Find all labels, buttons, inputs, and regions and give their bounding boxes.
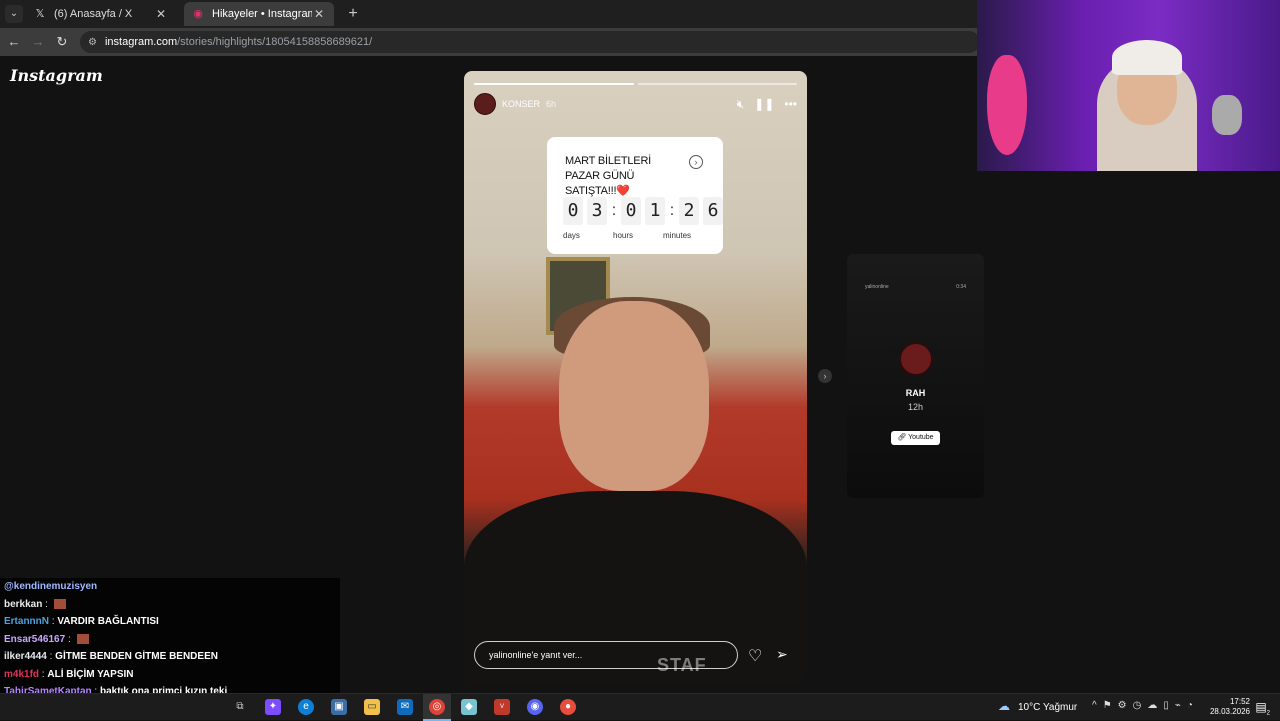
weather-icon: ☁ — [998, 699, 1010, 713]
chat-line: Ensar546167 : — [0, 631, 340, 649]
story-viewer[interactable]: KONSER 6h 🔇︎ ❚❚ ••• MART BİLETLERİ PAZAR… — [464, 71, 807, 683]
address-bar[interactable]: ⚙ instagram.com/stories/highlights/18054… — [80, 31, 980, 53]
preview-name: RAH — [905, 388, 926, 398]
chat-user: m4k1fd — [4, 668, 40, 680]
copilot-icon[interactable]: ✦ — [265, 699, 281, 715]
system-tray[interactable]: ^⚑⚙◷☁▯⌁◔ — [1092, 700, 1199, 711]
chat-message: GİTME BENDEN GİTME BENDEEN — [55, 651, 218, 662]
chat-line: m4k1fd : ALİ BİÇİM YAPSIN — [4, 668, 134, 680]
mail-icon[interactable]: ✉ — [397, 699, 413, 715]
countdown-digit: 3 — [587, 197, 607, 225]
more-icon[interactable]: ••• — [784, 97, 797, 112]
task-view-icon[interactable]: ⧉ — [232, 699, 248, 715]
next-story-button[interactable]: › — [818, 369, 832, 383]
story-username[interactable]: KONSER — [502, 99, 540, 109]
next-story-preview[interactable]: yalinonline 0:34 RAH 12h 🔗︎ Youtube — [847, 254, 984, 498]
forward-button[interactable]: → — [29, 33, 47, 51]
link-label: Youtube — [908, 434, 934, 441]
story-image-face — [559, 301, 709, 491]
preview-age: 12h — [907, 402, 924, 412]
watermark: STAF — [657, 655, 707, 675]
emote-icon — [76, 633, 89, 644]
reload-button[interactable]: ↻ — [53, 33, 71, 51]
close-icon[interactable]: ✕ — [312, 7, 326, 21]
countdown-digit: 6 — [703, 197, 723, 225]
weather-temp: 10°C — [1018, 702, 1041, 713]
clock[interactable]: 17:52 28.03.2026 — [1210, 697, 1250, 717]
webcam-microphone — [1212, 95, 1242, 135]
chat-message: VARDIR BAĞLANTISI — [57, 616, 159, 627]
tab-title: (6) Anasayfa / X — [54, 8, 133, 20]
chat-user: berkkan — [4, 598, 43, 610]
heart-icon[interactable]: ♡ — [748, 646, 762, 666]
chat-header: @kendinemuzisyen — [0, 578, 340, 596]
webcam-guitar — [987, 55, 1027, 155]
progress-segment — [474, 83, 634, 85]
chrome-icon[interactable]: ◎ — [429, 699, 445, 715]
notification-icon[interactable]: ▤2 — [1255, 700, 1270, 716]
new-tab-button[interactable]: + — [345, 5, 361, 23]
progress-segment — [637, 83, 797, 85]
tab-search-icon[interactable]: ⌄ — [5, 5, 23, 23]
chat-user: ErtannnN — [4, 616, 49, 627]
countdown-digits: 0 3 : 0 1 : 2 6 — [563, 197, 727, 225]
instagram-icon: ◉ — [193, 8, 203, 20]
app-icon[interactable]: ◆ — [461, 699, 477, 715]
story-time: 6h — [546, 99, 557, 109]
pause-icon[interactable]: ❚❚ — [754, 97, 774, 112]
tab-instagram-stories[interactable]: ◉ Hikayeler • Instagram ✕ — [184, 2, 334, 26]
back-button[interactable]: ← — [5, 33, 23, 51]
chat-user: ilker4444 — [4, 651, 47, 662]
mute-icon[interactable]: 🔇︎ — [737, 97, 745, 112]
voicemeeter-icon[interactable]: V — [494, 699, 510, 715]
countdown-title: MART BİLETLERİ PAZAR GÜNÜ SATIŞTA!!!❤️ — [565, 155, 652, 197]
taskbar: ⧉ ✦ e ▣ ▭ ✉ ◎ ◆ V ◉ ● ☁ 10°C Yağmur ^⚑⚙◷… — [0, 693, 1280, 721]
chat-line: berkkan : — [0, 596, 340, 614]
url-host: instagram.com — [104, 36, 178, 48]
countdown-digit: 1 — [645, 197, 665, 225]
clock-date: 28.03.2026 — [1209, 707, 1250, 716]
preview-time: 0:34 — [956, 284, 966, 290]
countdown-sticker[interactable]: MART BİLETLERİ PAZAR GÜNÜ SATIŞTA!!!❤️ ›… — [547, 137, 723, 254]
chevron-right-icon[interactable]: › — [689, 155, 703, 169]
webcam-hat — [1112, 40, 1182, 75]
tab-title: Hikayeler • Instagram — [212, 8, 312, 20]
countdown-digit: 0 — [621, 197, 641, 225]
story-progress-bar — [474, 83, 797, 85]
tab-x-home[interactable]: 𝕏 (6) Anasayfa / X ✕ — [26, 2, 176, 26]
story-header: KONSER 6h 🔇︎ ❚❚ ••• — [474, 93, 797, 115]
obs-icon[interactable]: ● — [560, 699, 576, 715]
countdown-digit: 0 — [563, 197, 583, 225]
url-path: /stories/highlights/18054158858689621/ — [177, 36, 373, 48]
avatar — [899, 342, 933, 376]
store-icon[interactable]: ▣ — [331, 699, 347, 715]
clock-time: 17:52 — [1229, 697, 1250, 706]
avatar[interactable] — [474, 93, 496, 115]
unit-label: hours — [613, 231, 634, 240]
preview-link-sticker[interactable]: 🔗︎ Youtube — [891, 431, 940, 445]
chat-message: ALİ BİÇİM YAPSIN — [47, 668, 134, 680]
x-logo-icon: 𝕏 — [35, 8, 45, 20]
chat-user: @kendinemuzisyen — [4, 581, 98, 592]
countdown-digit: 2 — [679, 197, 699, 225]
notification-count: 2 — [1266, 710, 1270, 717]
discord-icon[interactable]: ◉ — [527, 699, 543, 715]
emote-icon — [53, 598, 66, 609]
chat-line: ErtannnN : VARDIR BAĞLANTISI — [4, 616, 159, 627]
edge-icon[interactable]: e — [298, 699, 314, 715]
preview-username: yalinonline — [865, 284, 889, 290]
weather-text[interactable]: 10°C Yağmur — [1018, 702, 1077, 713]
webcam-overlay — [977, 0, 1280, 171]
site-info-icon[interactable]: ⚙ — [88, 37, 97, 48]
chat-line: ilker4444 : GİTME BENDEN GİTME BENDEEN — [4, 651, 218, 662]
unit-label: days — [563, 231, 580, 240]
instagram-logo[interactable]: Instagram — [10, 66, 103, 85]
file-explorer-icon[interactable]: ▭ — [364, 699, 380, 715]
send-icon[interactable]: ➢ — [776, 646, 788, 663]
weather-desc: Yağmur — [1042, 702, 1078, 713]
close-icon[interactable]: ✕ — [154, 7, 168, 21]
unit-label: minutes — [663, 231, 692, 240]
chat-user: Ensar546167 — [4, 633, 66, 645]
